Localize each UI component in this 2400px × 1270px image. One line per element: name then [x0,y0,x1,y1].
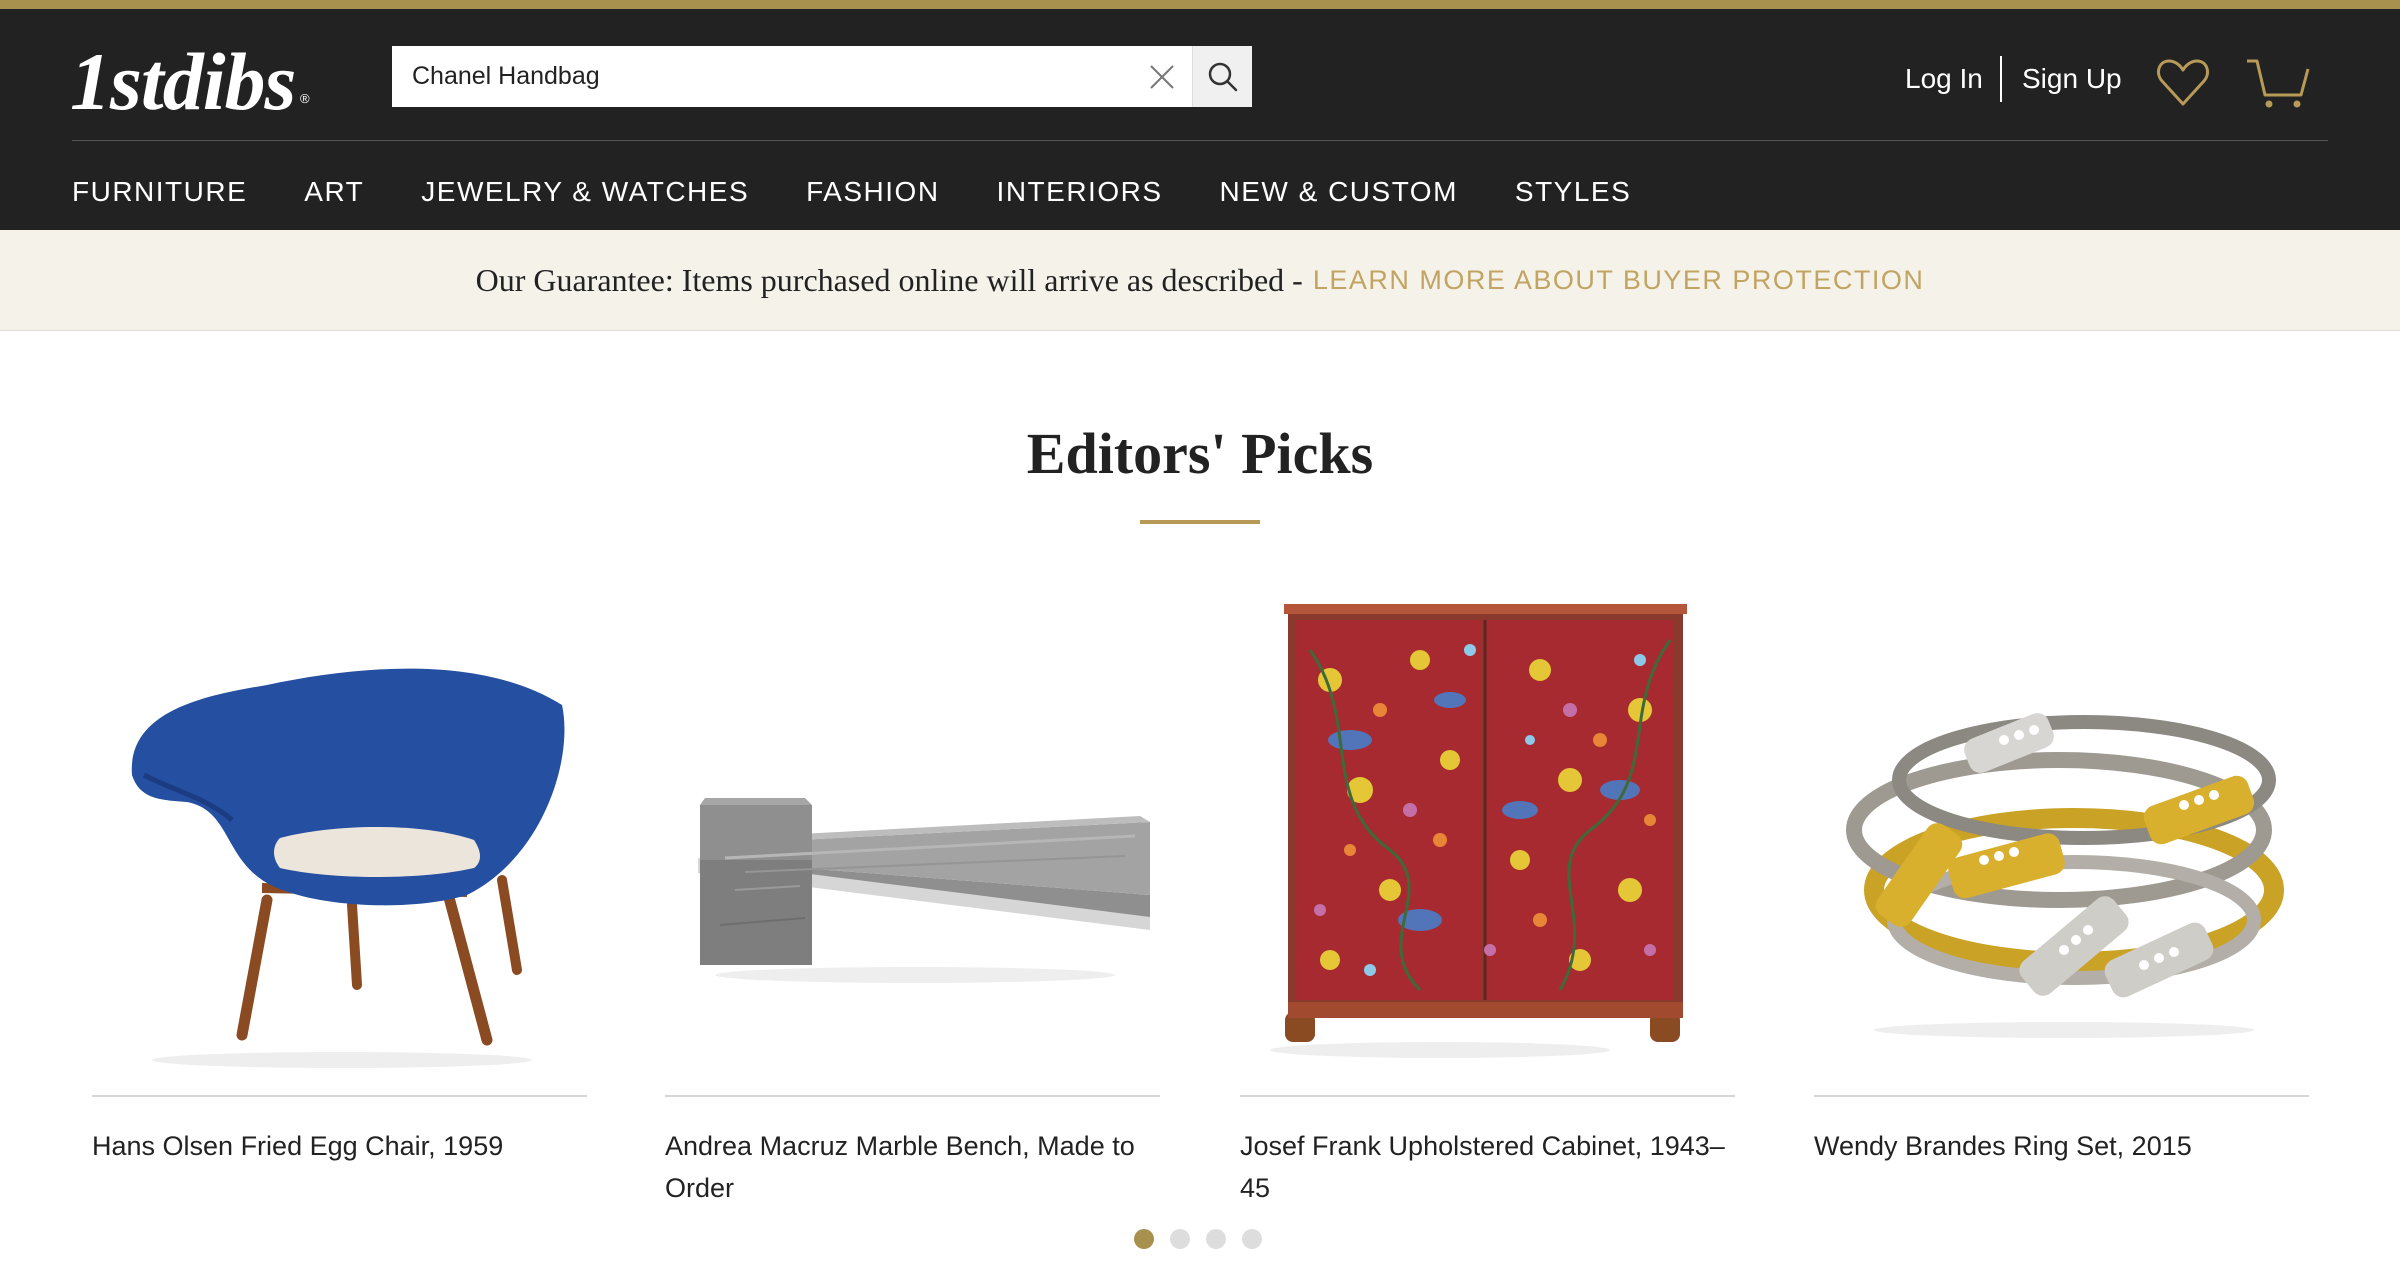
chair-image [92,590,587,1070]
product-caption[interactable]: Andrea Macruz Marble Bench, Made to Orde… [665,1125,1160,1209]
site-logo[interactable]: 1stdibs [70,36,296,127]
search-input[interactable] [392,46,1132,107]
carousel-pagination [1134,1229,1278,1249]
guarantee-banner: Our Guarantee: Items purchased online wi… [0,230,2400,331]
title-underline [1140,520,1260,524]
login-link[interactable]: Log In [1905,61,1983,97]
clear-search-button[interactable] [1132,46,1192,107]
nav-item-interiors[interactable]: INTERIORS [997,169,1163,215]
rings-image [1814,590,2309,1070]
product-card[interactable]: Wendy Brandes Ring Set, 2015 [1814,590,2309,1161]
product-card[interactable]: Hans Olsen Fried Egg Chair, 1959 [92,590,587,1161]
product-caption[interactable]: Hans Olsen Fried Egg Chair, 1959 [92,1125,587,1167]
card-divider [1240,1095,1735,1097]
guarantee-text: Our Guarantee: Items purchased online wi… [475,261,1303,298]
product-caption[interactable]: Josef Frank Upholstered Cabinet, 1943–45 [1240,1125,1735,1209]
search-submit-button[interactable] [1192,46,1252,107]
carousel-dot-3[interactable] [1206,1229,1226,1249]
card-divider [665,1095,1160,1097]
logo-registered-mark: ® [300,91,310,106]
card-divider [92,1095,587,1097]
nav-item-art[interactable]: ART [304,169,364,215]
account-divider [2000,56,2002,102]
header-divider [72,140,2328,141]
search-box [392,46,1252,107]
signup-link[interactable]: Sign Up [2022,61,2122,97]
product-card[interactable]: Josef Frank Upholstered Cabinet, 1943–45 [1240,590,1735,1203]
search-icon [1208,62,1237,91]
nav-item-fashion[interactable]: FASHION [806,169,939,215]
close-icon [1150,64,1174,89]
section-title: Editors' Picks [1026,421,1374,486]
main-nav: FURNITURE ART JEWELRY & WATCHES FASHION … [72,169,1688,215]
nav-item-jewelry-watches[interactable]: JEWELRY & WATCHES [421,169,749,215]
logo-text: 1stdibs [70,36,296,127]
cart-icon [2247,59,2310,108]
card-divider [1814,1095,2309,1097]
product-card[interactable]: Andrea Macruz Marble Bench, Made to Orde… [665,590,1160,1203]
heart-icon [2157,59,2209,106]
top-accent-bar [0,0,2400,9]
nav-item-styles[interactable]: STYLES [1515,169,1631,215]
product-caption[interactable]: Wendy Brandes Ring Set, 2015 [1814,1125,2309,1167]
nav-item-furniture[interactable]: FURNITURE [72,169,247,215]
cabinet-image [1240,590,1735,1070]
buyer-protection-link[interactable]: LEARN MORE ABOUT BUYER PROTECTION [1313,265,1925,296]
cart-button[interactable] [2245,55,2311,111]
nav-item-new-custom[interactable]: NEW & CUSTOM [1220,169,1458,215]
favorites-button[interactable] [2155,54,2211,110]
carousel-dot-4[interactable] [1242,1229,1262,1249]
carousel-dot-1[interactable] [1134,1229,1154,1249]
carousel-dot-2[interactable] [1170,1229,1190,1249]
site-header: 1stdibs ® Log In Sign Up [0,9,2400,230]
bench-image [665,590,1160,1070]
